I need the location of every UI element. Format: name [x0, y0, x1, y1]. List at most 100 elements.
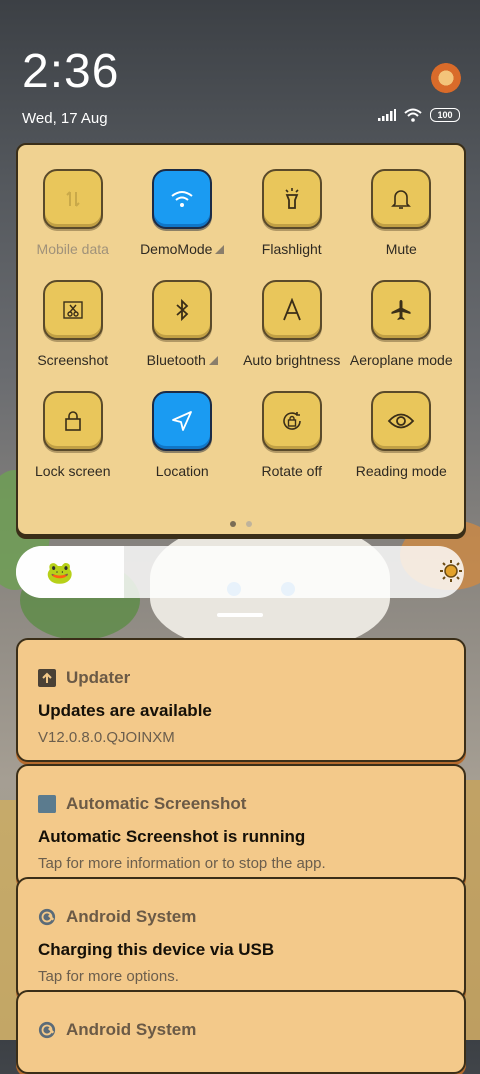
tile-label: Flashlight: [261, 241, 322, 257]
expand-triangle-icon[interactable]: [215, 244, 225, 254]
notification-header: Android System: [38, 907, 196, 927]
tile-mute-label-row: Mute: [386, 241, 417, 257]
user-avatar[interactable]: [431, 63, 461, 93]
notification-card[interactable]: Android System Charging this device via U…: [16, 877, 466, 1001]
tile-label: Rotate off: [261, 463, 322, 479]
panel-drag-handle[interactable]: [217, 613, 263, 617]
notification-text: V12.0.8.0.QJOINXM: [38, 729, 175, 746]
tile-label: Lock screen: [35, 463, 111, 479]
notification-text: Tap for more information or to stop the …: [38, 855, 326, 872]
tile-aeroplane-mode-button[interactable]: [371, 280, 432, 340]
battery-icon: 100: [430, 108, 460, 122]
notification-app-name: Android System: [66, 1020, 197, 1039]
tile-label: Mute: [385, 241, 417, 257]
tile-auto-brightness[interactable]: Auto brightness: [237, 280, 347, 368]
tile-reading-mode[interactable]: Reading mode: [347, 391, 457, 479]
notification-title: Charging this device via USB: [38, 940, 275, 959]
tile-location[interactable]: Location: [128, 391, 238, 479]
tile-label: Bluetooth: [146, 352, 206, 368]
notification-title: Automatic Screenshot is running: [38, 827, 306, 846]
tile-location-label-row: Location: [156, 463, 209, 479]
notification-app-name: Android System: [66, 907, 197, 926]
tile-auto-brightness-button[interactable]: [261, 280, 322, 340]
tile-lock-screen-label-row: Lock screen: [35, 463, 110, 479]
tile-demomode-label-row: DemoMode: [140, 241, 225, 257]
page-dot-1: [230, 521, 236, 527]
tile-aeroplane-mode[interactable]: Aeroplane mode: [347, 280, 457, 368]
brightness-low-icon: 🐸: [46, 560, 74, 585]
notification-app-name: Updater: [66, 668, 131, 687]
tile-auto-brightness-label-row: Auto brightness: [243, 352, 340, 368]
bluetooth-icon: [172, 298, 192, 322]
tile-lock-screen[interactable]: Lock screen: [18, 391, 128, 479]
page-indicator: [230, 521, 252, 527]
tile-bluetooth-button[interactable]: [152, 280, 213, 340]
notification-card[interactable]: Automatic Screenshot Automatic Screenshot…: [16, 764, 466, 888]
tile-flashlight[interactable]: Flashlight: [237, 169, 347, 257]
tile-flashlight-label-row: Flashlight: [262, 241, 322, 257]
rotate-lock-icon: [280, 409, 304, 433]
tile-mobile-data-button[interactable]: [42, 169, 103, 229]
tile-mobile-data[interactable]: Mobile data: [18, 169, 128, 257]
tile-lock-screen-button[interactable]: [42, 391, 103, 451]
notification-header: Updater: [38, 668, 130, 688]
tile-mute[interactable]: Mute: [347, 169, 457, 257]
status-icons: 100: [378, 108, 460, 122]
brightness-high-icon: [440, 560, 462, 582]
bell-icon: [390, 187, 412, 211]
location-icon: [171, 410, 193, 432]
page-dot-2: [246, 521, 252, 527]
notification-title: Updates are available: [38, 701, 212, 720]
tile-label: Auto brightness: [243, 352, 341, 368]
date[interactable]: Wed, 17 Aug: [22, 110, 108, 127]
tile-mute-button[interactable]: [371, 169, 432, 229]
tile-reading-mode-button[interactable]: [371, 391, 432, 451]
scissors-icon: [61, 299, 85, 321]
quick-settings-panel: Mobile data DemoMode Flashlight Mute Screens…: [16, 143, 466, 536]
signal-icon: [378, 109, 396, 121]
lock-icon: [62, 409, 84, 433]
tile-label: Mobile data: [36, 241, 109, 257]
tile-aeroplane-mode-label-row: Aeroplane mode: [350, 352, 453, 368]
tile-screenshot[interactable]: Screenshot: [18, 280, 128, 368]
tile-label: Location: [155, 463, 209, 479]
tile-demomode-button[interactable]: [152, 169, 213, 229]
tile-rotate-off-label-row: Rotate off: [262, 463, 322, 479]
tile-screenshot-button[interactable]: [42, 280, 103, 340]
brightness-slider[interactable]: 🐸: [16, 546, 464, 598]
tile-rotate-off-button[interactable]: [261, 391, 322, 451]
notification-card[interactable]: Updater Updates are available V12.0.8.0.QJ…: [16, 638, 466, 762]
tile-label: Screenshot: [37, 352, 109, 368]
tile-rotate-off[interactable]: Rotate off: [237, 391, 347, 479]
tile-label: Aeroplane mode: [349, 352, 453, 368]
eye-icon: [387, 411, 415, 431]
expand-triangle-icon[interactable]: [208, 355, 218, 365]
tile-location-button[interactable]: [152, 391, 213, 451]
wifi-status-icon: [404, 108, 422, 122]
android-system-icon: [38, 1021, 56, 1039]
wifi-icon: [170, 189, 194, 209]
notification-text: Tap for more options.: [38, 968, 179, 985]
auto-brightness-icon: [281, 298, 303, 322]
notification-header: Android System: [38, 1020, 196, 1040]
tile-reading-mode-label-row: Reading mode: [356, 463, 447, 479]
tile-demomode[interactable]: DemoMode: [128, 169, 238, 257]
tile-bluetooth-label-row: Bluetooth: [147, 352, 218, 368]
flashlight-icon: [281, 187, 303, 211]
notification-app-name: Automatic Screenshot: [66, 794, 247, 813]
android-system-icon: [38, 908, 56, 926]
mobile-data-icon: [62, 188, 84, 210]
clock[interactable]: 2:36: [22, 48, 119, 96]
app-square-icon: [38, 795, 56, 813]
notification-card[interactable]: Android System: [16, 990, 466, 1074]
tile-mobile-data-label-row: Mobile data: [37, 241, 109, 257]
notification-header: Automatic Screenshot: [38, 794, 246, 814]
tile-flashlight-button[interactable]: [261, 169, 322, 229]
tile-label: DemoMode: [140, 241, 213, 257]
airplane-icon: [389, 298, 413, 322]
update-arrow-icon: [38, 669, 56, 687]
tile-label: Reading mode: [355, 463, 447, 479]
tile-bluetooth[interactable]: Bluetooth: [128, 280, 238, 368]
tile-screenshot-label-row: Screenshot: [37, 352, 108, 368]
quick-settings-grid: Mobile data DemoMode Flashlight Mute Screens…: [18, 169, 464, 479]
